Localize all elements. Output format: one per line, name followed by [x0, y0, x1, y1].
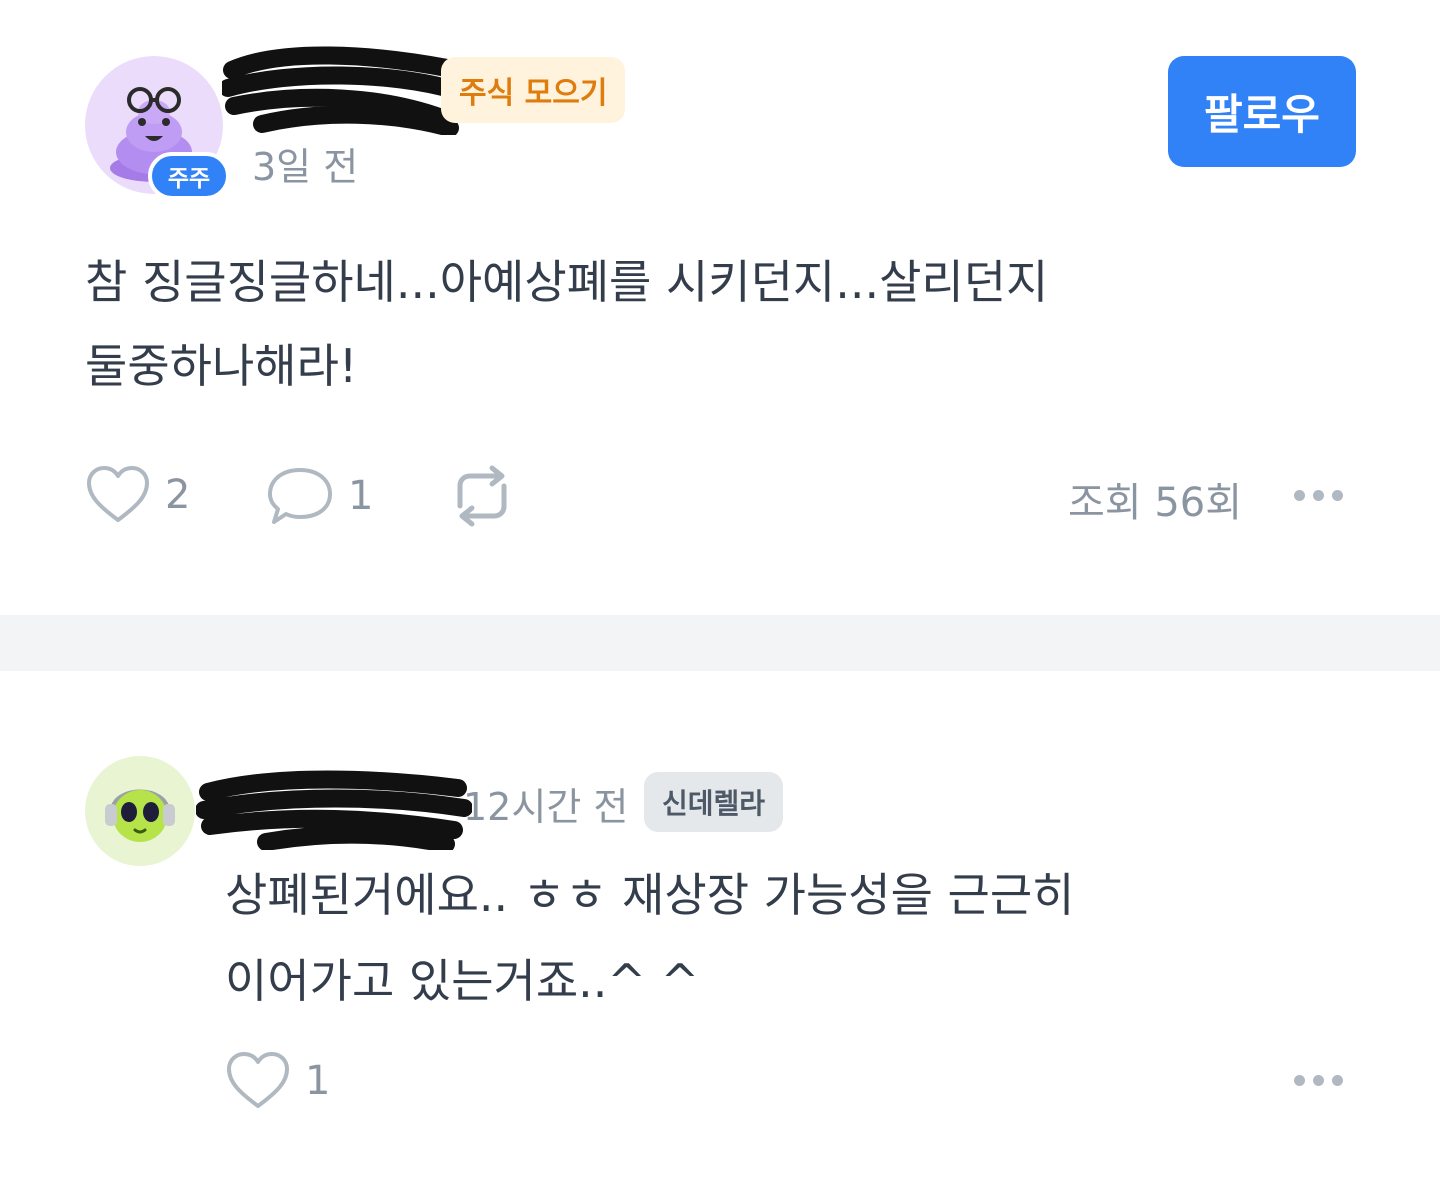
- comment-body-line: 이어가고 있는거죠..^ ^: [225, 954, 700, 1008]
- like-count: 2: [165, 472, 191, 518]
- comment-author-tag: 신데렐라: [644, 772, 784, 832]
- more-dot-icon: [1294, 490, 1305, 501]
- post-like-button[interactable]: 2: [85, 464, 190, 526]
- post-body-line: 둘중하나해라!: [85, 339, 358, 393]
- more-dot-icon: [1332, 1075, 1343, 1086]
- author-tag: 주식 모으기: [441, 57, 626, 123]
- post-time: 3일 전: [252, 145, 359, 189]
- more-dot-icon: [1313, 1075, 1324, 1086]
- post-body: 참 징글징글하네...아예상폐를 시키던지...살리던지 둘중하나해라!: [85, 240, 1305, 408]
- comment-like-button[interactable]: 1: [225, 1050, 330, 1112]
- alien-headphones-avatar-icon: [105, 789, 175, 842]
- repost-icon: [457, 465, 507, 527]
- post-more-button[interactable]: [1294, 490, 1343, 501]
- level-badge: 주주: [148, 152, 230, 200]
- post-repost-button[interactable]: [446, 464, 518, 528]
- comment-like-count: 1: [305, 1058, 331, 1104]
- more-dot-icon: [1294, 1075, 1305, 1086]
- post-body-line: 참 징글징글하네...아예상폐를 시키던지...살리던지: [85, 255, 1049, 309]
- redacted-username: [222, 46, 462, 135]
- heart-icon: [87, 466, 149, 522]
- section-divider: [0, 615, 1440, 671]
- comment-body: 상폐된거에요.. ㅎㅎ 재상장 가능성을 근근히 이어가고 있는거죠..^ ^: [225, 852, 1325, 1024]
- redacted-username: [196, 770, 472, 850]
- comment-more-button[interactable]: [1294, 1075, 1343, 1086]
- comment-body-line: 상폐된거에요.. ㅎㅎ 재상장 가능성을 근근히: [225, 868, 1075, 922]
- comment-author-avatar[interactable]: [85, 756, 195, 866]
- follow-button[interactable]: 팔로우: [1168, 56, 1356, 167]
- more-dot-icon: [1313, 490, 1324, 501]
- comment-time: 12시간 전: [463, 785, 629, 829]
- more-dot-icon: [1332, 490, 1343, 501]
- comment-icon: [268, 468, 332, 524]
- heart-icon: [227, 1052, 289, 1108]
- view-count: 조회 56회: [1068, 480, 1243, 526]
- comment-count: 1: [348, 473, 374, 519]
- post-comment-button[interactable]: 1: [266, 464, 373, 528]
